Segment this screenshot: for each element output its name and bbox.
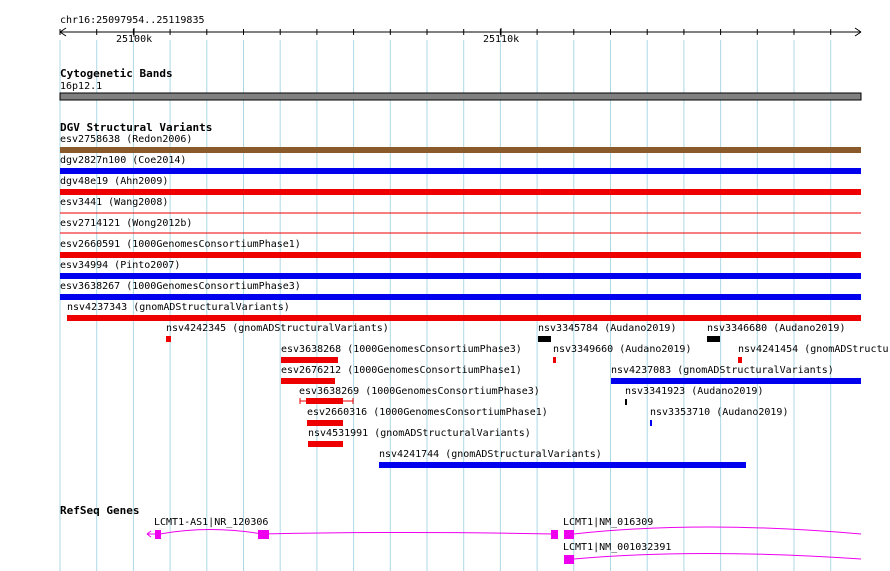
locus-label: chr16:25097954..25119835 xyxy=(60,15,205,26)
track-title-dgv: DGV Structural Variants xyxy=(60,121,213,134)
nsv3341923-bar[interactable] xyxy=(625,399,627,405)
nsv3349660-bar[interactable] xyxy=(553,357,556,363)
dgv-feature-label: nsv3345784 (Audano2019) xyxy=(538,323,677,334)
esv3638269-bar[interactable] xyxy=(299,398,354,404)
dgv-feature-bar[interactable] xyxy=(60,189,861,195)
dgv-feature-label: esv2660316 (1000GenomesConsortiumPhase1) xyxy=(307,407,548,418)
dgv-feature-label: nsv3353710 (Audano2019) xyxy=(650,407,789,418)
cytoband-label: 16p12.1 xyxy=(60,81,103,92)
dgv-full-rows xyxy=(60,147,861,321)
dgv-feature-label: nsv3341923 (Audano2019) xyxy=(625,386,764,397)
dgv-feature-label: nsv3346680 (Audano2019) xyxy=(707,323,846,334)
dgv-feature-bar[interactable] xyxy=(60,147,861,153)
dgv-feature-bar[interactable] xyxy=(60,252,861,258)
dgv-feature-label: esv2660591 (1000GenomesConsortiumPhase1) xyxy=(60,239,301,250)
dgv-feature-label: esv2758638 (Redon2006) xyxy=(60,134,193,145)
nsv4242345-bar[interactable] xyxy=(166,336,171,342)
ruler-tick-label: 25110k xyxy=(483,34,520,45)
dgv-feature-label: nsv4237083 (gnomADStructuralVariants) xyxy=(611,365,834,376)
dgv-feature-label: nsv4531991 (gnomADStructuralVariants) xyxy=(308,428,531,439)
dgv-feature-label: nsv4242345 (gnomADStructuralVariants) xyxy=(166,323,389,334)
esv3638268-bar[interactable] xyxy=(281,357,338,363)
nsv3353710-bar[interactable] xyxy=(650,420,652,426)
nsv4241744-bar[interactable] xyxy=(379,462,746,468)
dgv-feature-bar[interactable] xyxy=(60,273,861,279)
nsv4237083-bar[interactable] xyxy=(611,378,861,384)
dgv-feature-label: dgv48e19 (Ahn2009) xyxy=(60,176,169,187)
esv2660316-bar[interactable] xyxy=(307,420,343,426)
gene-label: LCMT1|NM_016309 xyxy=(563,517,654,528)
dgv-feature-label: esv2714121 (Wong2012b) xyxy=(60,218,193,229)
gene-label: LCMT1-AS1|NR_120306 xyxy=(154,517,269,528)
dgv-feature-label: esv3638269 (1000GenomesConsortiumPhase3) xyxy=(299,386,540,397)
dgv-feature-label: nsv4241744 (gnomADStructuralVariants) xyxy=(379,449,602,460)
dgv-feature-label: esv3638268 (1000GenomesConsortiumPhase3) xyxy=(281,344,522,355)
ruler-tick-label: 25100k xyxy=(116,34,153,45)
gene-LCMT1-AS1[interactable] xyxy=(146,529,558,540)
dgv-feature-bar[interactable] xyxy=(60,168,861,174)
dgv-feature-bar[interactable] xyxy=(67,315,861,321)
dgv-feature-bar[interactable] xyxy=(60,294,861,300)
nsv4241454-bar[interactable] xyxy=(738,357,742,363)
nsv3346680-bar[interactable] xyxy=(707,336,720,342)
gene-LCMT1-NM_001032391[interactable] xyxy=(564,553,862,565)
track-title-cytoband: Cytogenetic Bands xyxy=(60,67,173,80)
gene-label: LCMT1|NM_001032391 xyxy=(563,542,672,553)
nsv4531991-bar[interactable] xyxy=(308,441,343,447)
track-title-refseq: RefSeq Genes xyxy=(60,504,140,517)
dgv-feature-label: esv3441 (Wang2008) xyxy=(60,197,169,208)
dgv-feature-label: esv3638267 (1000GenomesConsortiumPhase3) xyxy=(60,281,301,292)
dgv-feature-label: esv34994 (Pinto2007) xyxy=(60,260,181,271)
dgv-feature-label: nsv4237343 (gnomADStructuralVariants) xyxy=(67,302,290,313)
dgv-feature-label: dgv2827n100 (Coe2014) xyxy=(60,155,187,166)
nsv3345784-bar[interactable] xyxy=(538,336,551,342)
dgv-feature-label: nsv3349660 (Audano2019) xyxy=(553,344,692,355)
cytoband-bar[interactable] xyxy=(59,92,862,101)
dgv-feature-label: nsv4241454 (gnomADStructu xyxy=(738,344,889,355)
esv2676212-bar[interactable] xyxy=(281,378,335,384)
dgv-feature-label: esv2676212 (1000GenomesConsortiumPhase1) xyxy=(281,365,522,376)
